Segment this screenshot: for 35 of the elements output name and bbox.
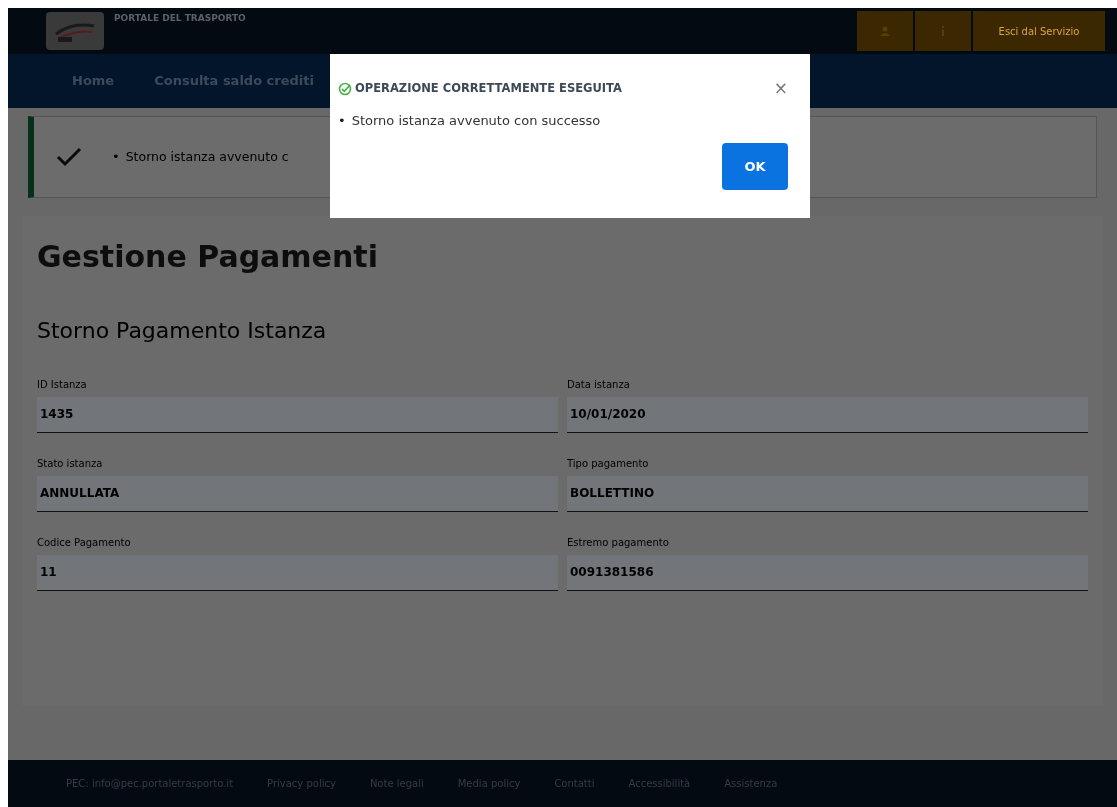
- bullet-icon: •: [338, 111, 346, 131]
- readonly-field[interactable]: ANNULLATA: [37, 475, 558, 512]
- check-circle-icon: [338, 81, 352, 96]
- readonly-field[interactable]: 1435: [37, 396, 558, 433]
- field-value: BOLLETTINO: [570, 485, 655, 502]
- portal-title: PORTALE DEL TRASPORTO: [114, 12, 246, 25]
- user-icon: [880, 26, 890, 36]
- bullet-icon: •: [112, 147, 120, 167]
- exit-button[interactable]: Esci dal Servizio: [973, 11, 1105, 51]
- close-button[interactable]: ×: [773, 80, 788, 98]
- field-label: Data istanza: [567, 377, 630, 392]
- ok-button[interactable]: OK: [722, 142, 788, 190]
- user-button[interactable]: [857, 11, 913, 51]
- dialog-message: Storno istanza avvenuto con successo: [351, 112, 601, 131]
- field-value: ANNULLATA: [40, 485, 120, 502]
- field-label: Stato istanza: [37, 456, 103, 471]
- field-label: Codice Pagamento: [37, 535, 131, 550]
- info-button[interactable]: [915, 11, 971, 51]
- alert-message: Storno istanza avvenuto c: [125, 147, 289, 166]
- readonly-field[interactable]: 10/01/2020: [567, 396, 1088, 433]
- logo-icon: [46, 12, 104, 50]
- dialog-title: OPERAZIONE CORRETTAMENTE ESEGUITA: [355, 80, 622, 97]
- field-label: ID Istanza: [37, 377, 87, 392]
- field-label: Tipo pagamento: [567, 456, 649, 471]
- field-value: 11: [40, 564, 57, 581]
- checkmark-icon: [56, 147, 82, 167]
- section-title: Storno Pagamento Istanza: [37, 316, 328, 345]
- page-title: Gestione Pagamenti: [37, 238, 379, 276]
- readonly-field[interactable]: 0091381586: [567, 554, 1088, 591]
- field-value: 10/01/2020: [570, 406, 646, 423]
- field-value: 1435: [40, 406, 74, 423]
- field-label: Estremo pagamento: [567, 535, 669, 550]
- readonly-field[interactable]: 11: [37, 554, 558, 591]
- readonly-field[interactable]: BOLLETTINO: [567, 475, 1088, 512]
- field-value: 0091381586: [570, 564, 654, 581]
